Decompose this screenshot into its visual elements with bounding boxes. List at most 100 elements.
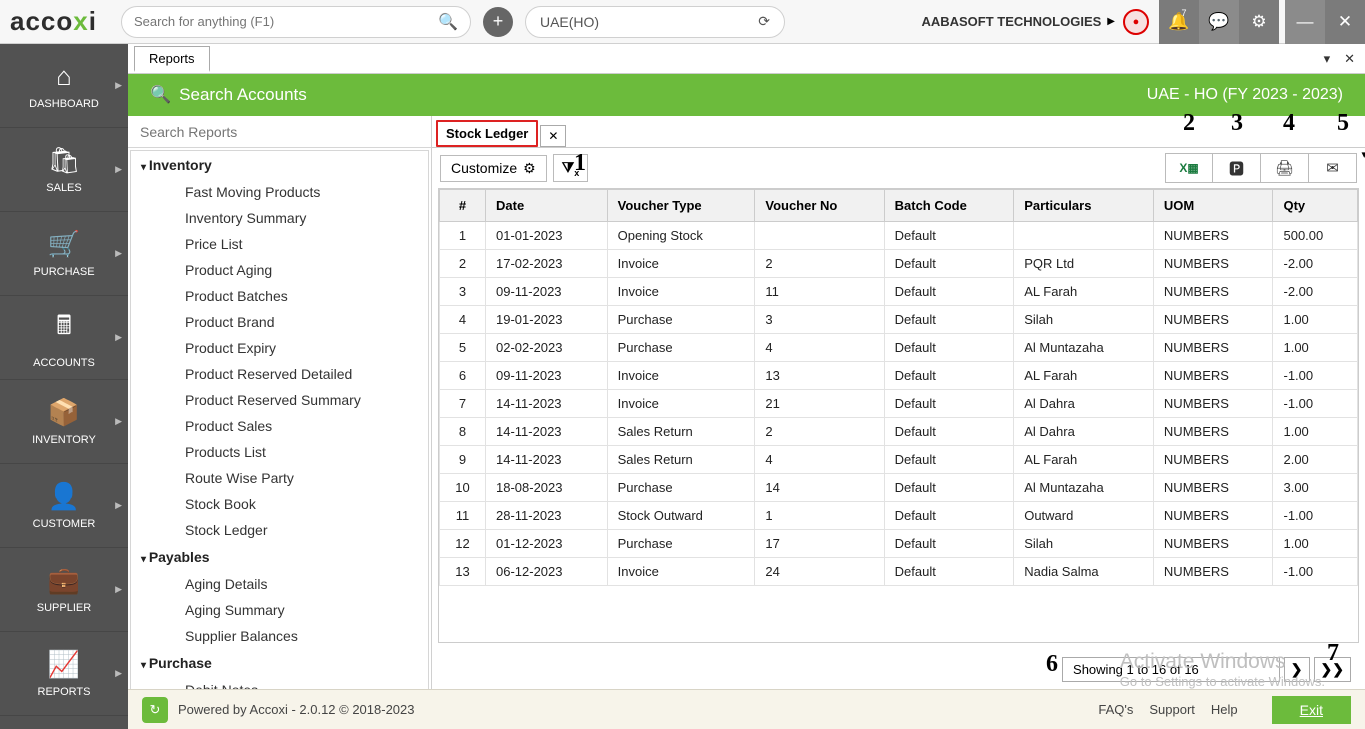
report-item[interactable]: Aging Details	[131, 571, 428, 597]
report-item[interactable]: Inventory Summary	[131, 205, 428, 231]
print-button[interactable]: 🖨	[1261, 153, 1309, 183]
cell: Al Muntazaha	[1014, 334, 1154, 362]
col-header[interactable]: Batch Code	[884, 190, 1014, 222]
report-item[interactable]: Product Brand	[131, 309, 428, 335]
table-row[interactable]: 1128-11-2023Stock Outward1DefaultOutward…	[440, 502, 1358, 530]
nav-item-inventory[interactable]: 📦INVENTORY▶	[0, 380, 128, 464]
gear-icon[interactable]: ⚙	[1239, 0, 1279, 44]
data-grid[interactable]: #DateVoucher TypeVoucher NoBatch CodePar…	[438, 188, 1359, 643]
nav-item-dashboard[interactable]: ⌂DASHBOARD▶	[0, 44, 128, 128]
page-last-button[interactable]: ❯❯	[1314, 657, 1351, 682]
report-group[interactable]: Payables	[131, 543, 428, 571]
report-item[interactable]: Price List	[131, 231, 428, 257]
entity-selector[interactable]: UAE(HO) ⟳	[525, 6, 785, 38]
report-item[interactable]: Supplier Balances	[131, 623, 428, 649]
report-item[interactable]: Stock Book	[131, 491, 428, 517]
search-accounts-label[interactable]: Search Accounts	[179, 85, 307, 105]
report-item[interactable]: Stock Ledger	[131, 517, 428, 543]
report-tab-active[interactable]: Stock Ledger	[436, 120, 538, 147]
report-item[interactable]: Route Wise Party	[131, 465, 428, 491]
col-header[interactable]: Particulars	[1014, 190, 1154, 222]
report-item[interactable]: Product Reserved Detailed	[131, 361, 428, 387]
tab-reports[interactable]: Reports	[134, 46, 210, 72]
report-item[interactable]: Aging Summary	[131, 597, 428, 623]
nav-item-sales[interactable]: 🛍SALES▶	[0, 128, 128, 212]
cell: 3	[755, 306, 884, 334]
report-item[interactable]: Fast Moving Products	[131, 179, 428, 205]
report-item[interactable]: Products List	[131, 439, 428, 465]
report-item[interactable]: Product Expiry	[131, 335, 428, 361]
report-item[interactable]: Product Aging	[131, 257, 428, 283]
chevron-right-icon: ▶	[115, 416, 122, 427]
cell: 7	[440, 390, 486, 418]
col-header[interactable]: UOM	[1153, 190, 1273, 222]
support-link[interactable]: Support	[1149, 702, 1195, 717]
add-button[interactable]: +	[483, 7, 513, 37]
email-button[interactable]: ✉	[1309, 153, 1357, 183]
nav-item-customer[interactable]: 👤CUSTOMER▶	[0, 464, 128, 548]
report-tab-close[interactable]: ✕	[540, 125, 566, 147]
table-row[interactable]: 609-11-2023Invoice13DefaultAL FarahNUMBE…	[440, 362, 1358, 390]
table-row[interactable]: 309-11-2023Invoice11DefaultAL FarahNUMBE…	[440, 278, 1358, 306]
dropdown-caret-icon[interactable]: ▾	[1361, 148, 1365, 161]
nav-item-accounts[interactable]: 🖩ACCOUNTS▶	[0, 296, 128, 380]
col-header[interactable]: Voucher No	[755, 190, 884, 222]
window-dropdown-icon[interactable]: ▾	[1324, 51, 1331, 67]
table-row[interactable]: 217-02-2023Invoice2DefaultPQR LtdNUMBERS…	[440, 250, 1358, 278]
table-row[interactable]: 101-01-2023Opening StockDefaultNUMBERS50…	[440, 222, 1358, 250]
cell: Default	[884, 334, 1014, 362]
org-name[interactable]: AABASOFT TECHNOLOGIES	[921, 14, 1101, 29]
page-next-button[interactable]: ❯	[1284, 657, 1310, 682]
customize-button[interactable]: Customize ⚙	[440, 155, 547, 182]
nav-item-purchase[interactable]: 🛒PURCHASE▶	[0, 212, 128, 296]
cell: -1.00	[1273, 502, 1358, 530]
report-item[interactable]: Product Sales	[131, 413, 428, 439]
notif-count: 7	[1181, 8, 1186, 18]
col-header[interactable]: Date	[486, 190, 608, 222]
cell: 2	[755, 250, 884, 278]
search-icon[interactable]: 🔍	[150, 85, 171, 105]
bell-icon[interactable]: 🔔7	[1159, 0, 1199, 44]
table-row[interactable]: 419-01-2023Purchase3DefaultSilahNUMBERS1…	[440, 306, 1358, 334]
col-header[interactable]: Voucher Type	[607, 190, 755, 222]
cell: NUMBERS	[1153, 222, 1273, 250]
report-item[interactable]: Product Batches	[131, 283, 428, 309]
logo-text: acco	[10, 6, 73, 36]
table-row[interactable]: 914-11-2023Sales Return4DefaultAL FarahN…	[440, 446, 1358, 474]
nav-item-reports[interactable]: 📈REPORTS▶	[0, 632, 128, 716]
report-group[interactable]: Purchase	[131, 649, 428, 677]
inventory-icon: 📦	[48, 397, 80, 428]
nav-item-supplier[interactable]: 💼SUPPLIER▶	[0, 548, 128, 632]
user-avatar[interactable]: ●	[1123, 9, 1149, 35]
nav-label: SALES	[46, 182, 81, 194]
table-row[interactable]: 1201-12-2023Purchase17DefaultSilahNUMBER…	[440, 530, 1358, 558]
report-tree[interactable]: InventoryFast Moving ProductsInventory S…	[130, 150, 429, 727]
search-icon[interactable]: 🔍	[438, 12, 458, 32]
table-row[interactable]: 714-11-2023Invoice21DefaultAl DahraNUMBE…	[440, 390, 1358, 418]
faq-link[interactable]: FAQ's	[1098, 702, 1133, 717]
col-header[interactable]: #	[440, 190, 486, 222]
report-search[interactable]	[128, 116, 431, 148]
report-item[interactable]: Product Reserved Summary	[131, 387, 428, 413]
window-close-icon[interactable]: ✕	[1344, 51, 1355, 67]
cell: Default	[884, 278, 1014, 306]
chevron-right-icon[interactable]: ▶	[1107, 16, 1115, 27]
report-group[interactable]: Inventory	[131, 151, 428, 179]
exit-button[interactable]: Exit	[1272, 696, 1351, 724]
minimize-icon[interactable]: —	[1285, 0, 1325, 44]
cell: 10	[440, 474, 486, 502]
export-excel-button[interactable]: X▦	[1165, 153, 1213, 183]
help-link[interactable]: Help	[1211, 702, 1238, 717]
export-pdf-button[interactable]: 🅿	[1213, 153, 1261, 183]
chat-icon[interactable]: 💬	[1199, 0, 1239, 44]
table-row[interactable]: 1306-12-2023Invoice24DefaultNadia SalmaN…	[440, 558, 1358, 586]
close-icon[interactable]: ✕	[1325, 0, 1365, 44]
global-search[interactable]: 🔍	[121, 6, 471, 38]
table-row[interactable]: 502-02-2023Purchase4DefaultAl MuntazahaN…	[440, 334, 1358, 362]
table-row[interactable]: 814-11-2023Sales Return2DefaultAl DahraN…	[440, 418, 1358, 446]
global-search-input[interactable]	[134, 14, 438, 29]
report-search-input[interactable]	[140, 124, 419, 140]
sync-icon[interactable]: ⟳	[758, 13, 770, 30]
col-header[interactable]: Qty	[1273, 190, 1358, 222]
table-row[interactable]: 1018-08-2023Purchase14DefaultAl Muntazah…	[440, 474, 1358, 502]
